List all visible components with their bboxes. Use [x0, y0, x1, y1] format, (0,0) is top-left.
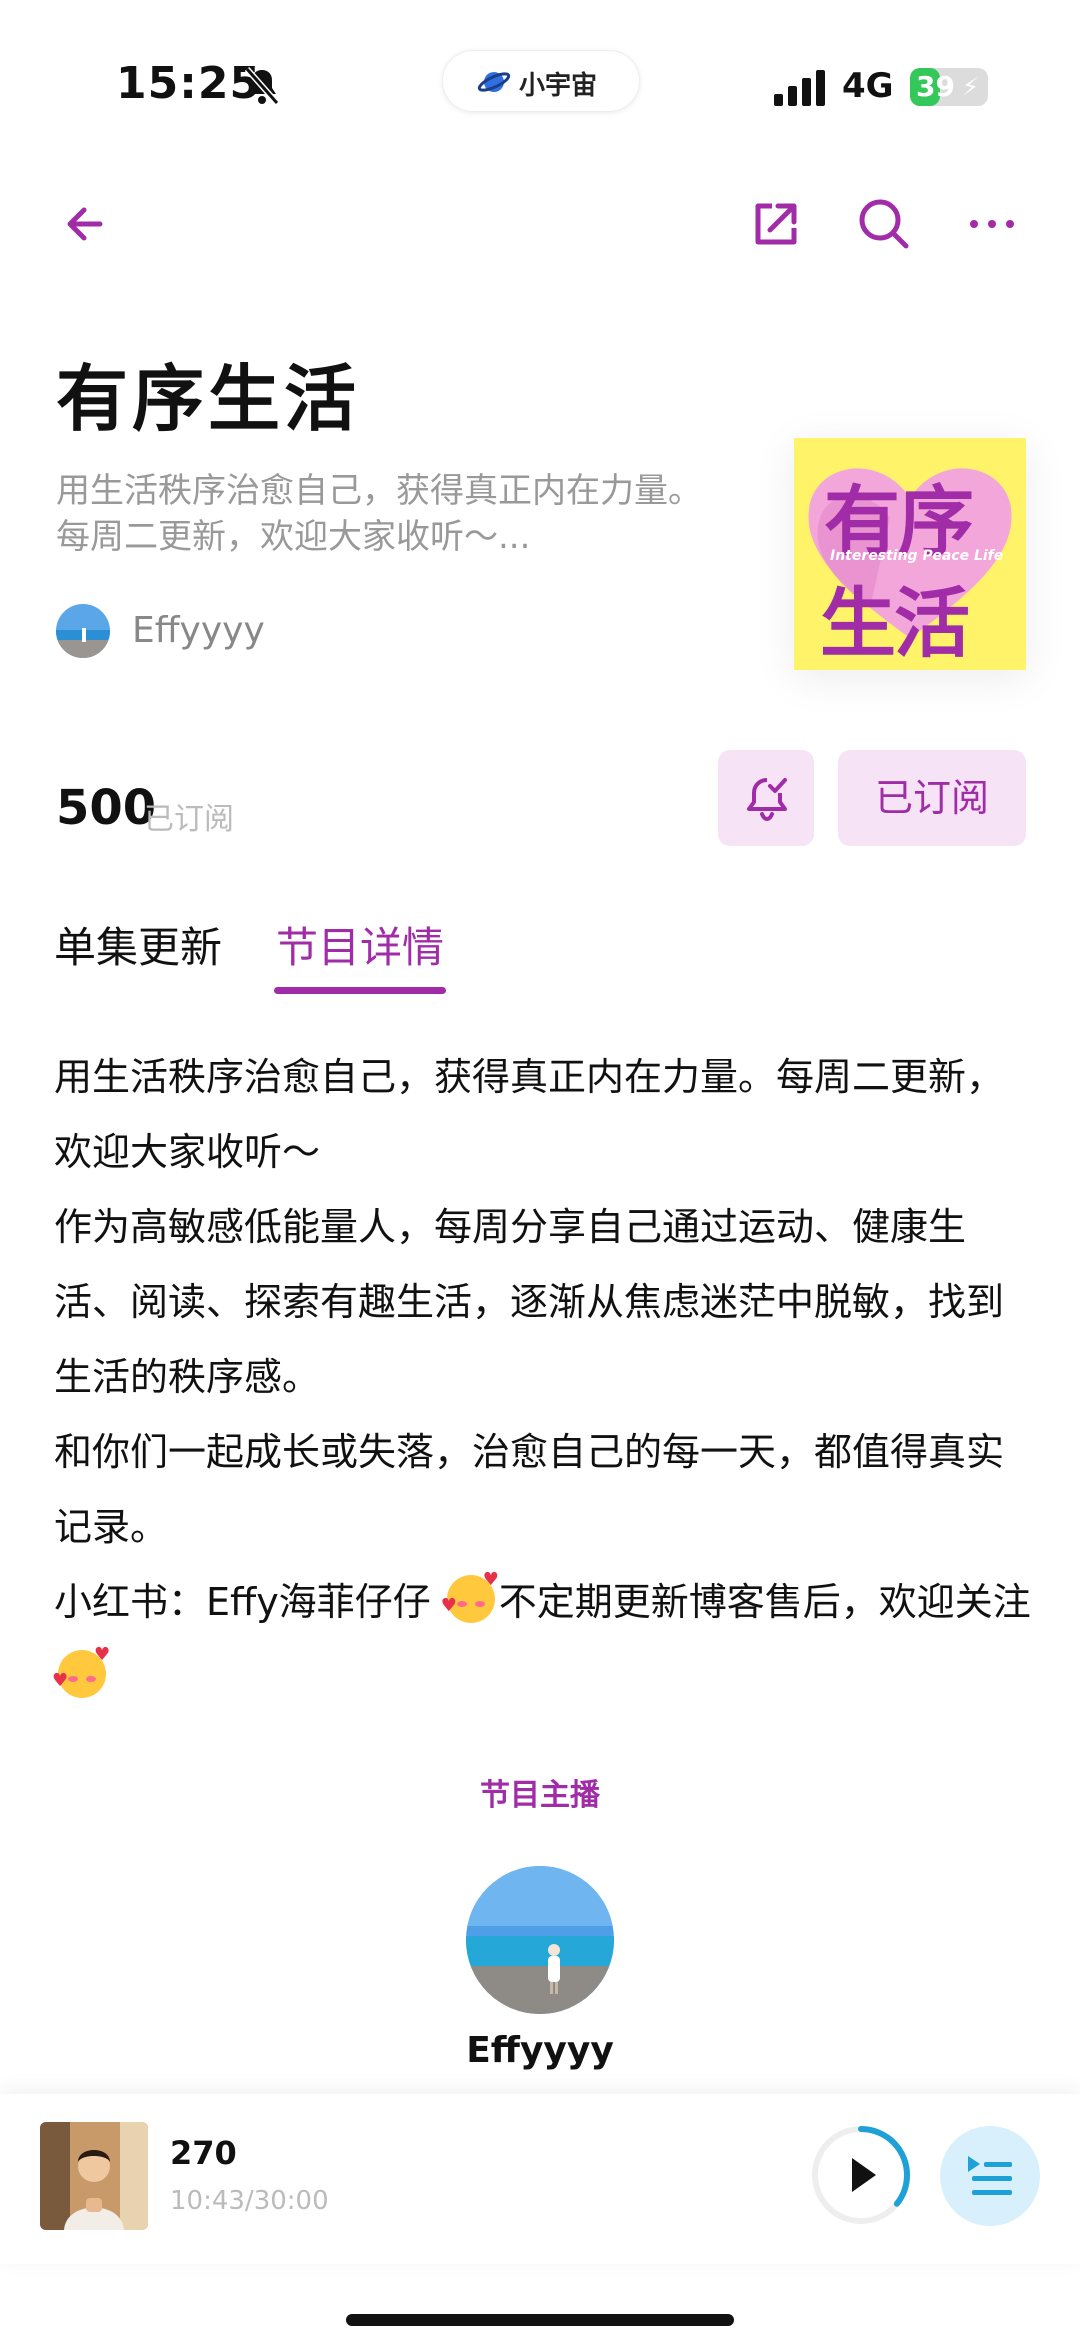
planet-icon: [477, 72, 511, 92]
description-paragraph-4: 小红书：Effy海菲仔仔 ♥ ♥ 不定期更新博客售后，欢迎关注 ♥ ♥: [52, 1565, 1034, 1715]
back-arrow-icon[interactable]: [56, 194, 116, 254]
playlist-icon: [968, 2156, 1012, 2195]
tab-details[interactable]: 节目详情: [276, 914, 444, 975]
episode-time: 10:43/30:00: [170, 2186, 329, 2216]
app-name: 小宇宙: [519, 71, 598, 101]
podcast-subtitle[interactable]: 用生活秩序治愈自己，获得真正内在力量。每周二更新，欢迎大家收听～...: [56, 468, 716, 560]
description-xhs-text: 小红书：Effy海菲仔仔: [54, 1580, 443, 1624]
share-icon[interactable]: [746, 194, 806, 254]
description-paragraph-2: 作为高敏感低能量人，每周分享自己通过运动、健康生活、阅读、探索有趣生活，逐渐从焦…: [54, 1205, 1005, 1399]
podcast-cover[interactable]: 有序 Interesting Peace Life 生活: [794, 438, 1026, 670]
play-button[interactable]: [810, 2124, 912, 2226]
battery-icon: 39 ⚡: [910, 68, 988, 106]
episode-title[interactable]: 270: [170, 2134, 237, 2172]
host-name[interactable]: Effyyyy: [132, 610, 265, 651]
bell-off-icon: [244, 67, 280, 105]
cover-text-line2: 生活: [820, 579, 970, 668]
home-indicator[interactable]: [346, 2314, 734, 2326]
smiling-hearts-emoji-icon: ♥ ♥: [52, 1646, 110, 1698]
smiling-hearts-emoji-icon: ♥ ♥: [441, 1571, 499, 1623]
subscribed-button[interactable]: 已订阅: [838, 750, 1026, 846]
host-avatar-large[interactable]: [466, 1866, 614, 2014]
subscriber-count: 500: [56, 780, 157, 836]
description-paragraph-1: 用生活秩序治愈自己，获得真正内在力量。每周二更新，欢迎大家收听～: [54, 1055, 1005, 1174]
search-icon[interactable]: [854, 194, 914, 254]
dynamic-island-pill: 小宇宙: [442, 50, 640, 112]
bell-check-icon: [747, 778, 787, 822]
battery-level: 39: [916, 70, 955, 103]
host-section-title: 节目主播: [480, 1778, 600, 1813]
network-type: 4G: [842, 66, 894, 106]
mini-player[interactable]: 270 10:43/30:00: [0, 2094, 1080, 2264]
subscriber-label: 已订阅: [144, 802, 234, 837]
playlist-button[interactable]: [940, 2126, 1040, 2226]
podcast-title: 有序生活: [56, 357, 361, 441]
notification-bell-button[interactable]: [718, 750, 814, 846]
more-icon[interactable]: [962, 194, 1022, 254]
status-time: 15:25: [116, 58, 262, 109]
episode-thumbnail[interactable]: [40, 2122, 148, 2230]
podcast-description: 用生活秩序治愈自己，获得真正内在力量。每周二更新，欢迎大家收听～ 作为高敏感低能…: [52, 1040, 1034, 1715]
status-bar: 15:25 小宇宙 4G 39 ⚡: [0, 0, 1080, 170]
description-paragraph-3: 和你们一起成长或失落，治愈自己的每一天，都值得真实记录。: [54, 1430, 1005, 1549]
host-name-large[interactable]: Effyyyy: [0, 2030, 1080, 2071]
nav-bar: [0, 190, 1080, 260]
signal-icon: [774, 70, 825, 106]
description-follow-text: 不定期更新博客售后，欢迎关注: [498, 1580, 1031, 1624]
host-avatar-small[interactable]: [56, 604, 110, 658]
tab-active-indicator: [274, 987, 446, 994]
tab-episodes[interactable]: 单集更新: [54, 914, 222, 975]
charging-icon: ⚡: [962, 73, 979, 101]
